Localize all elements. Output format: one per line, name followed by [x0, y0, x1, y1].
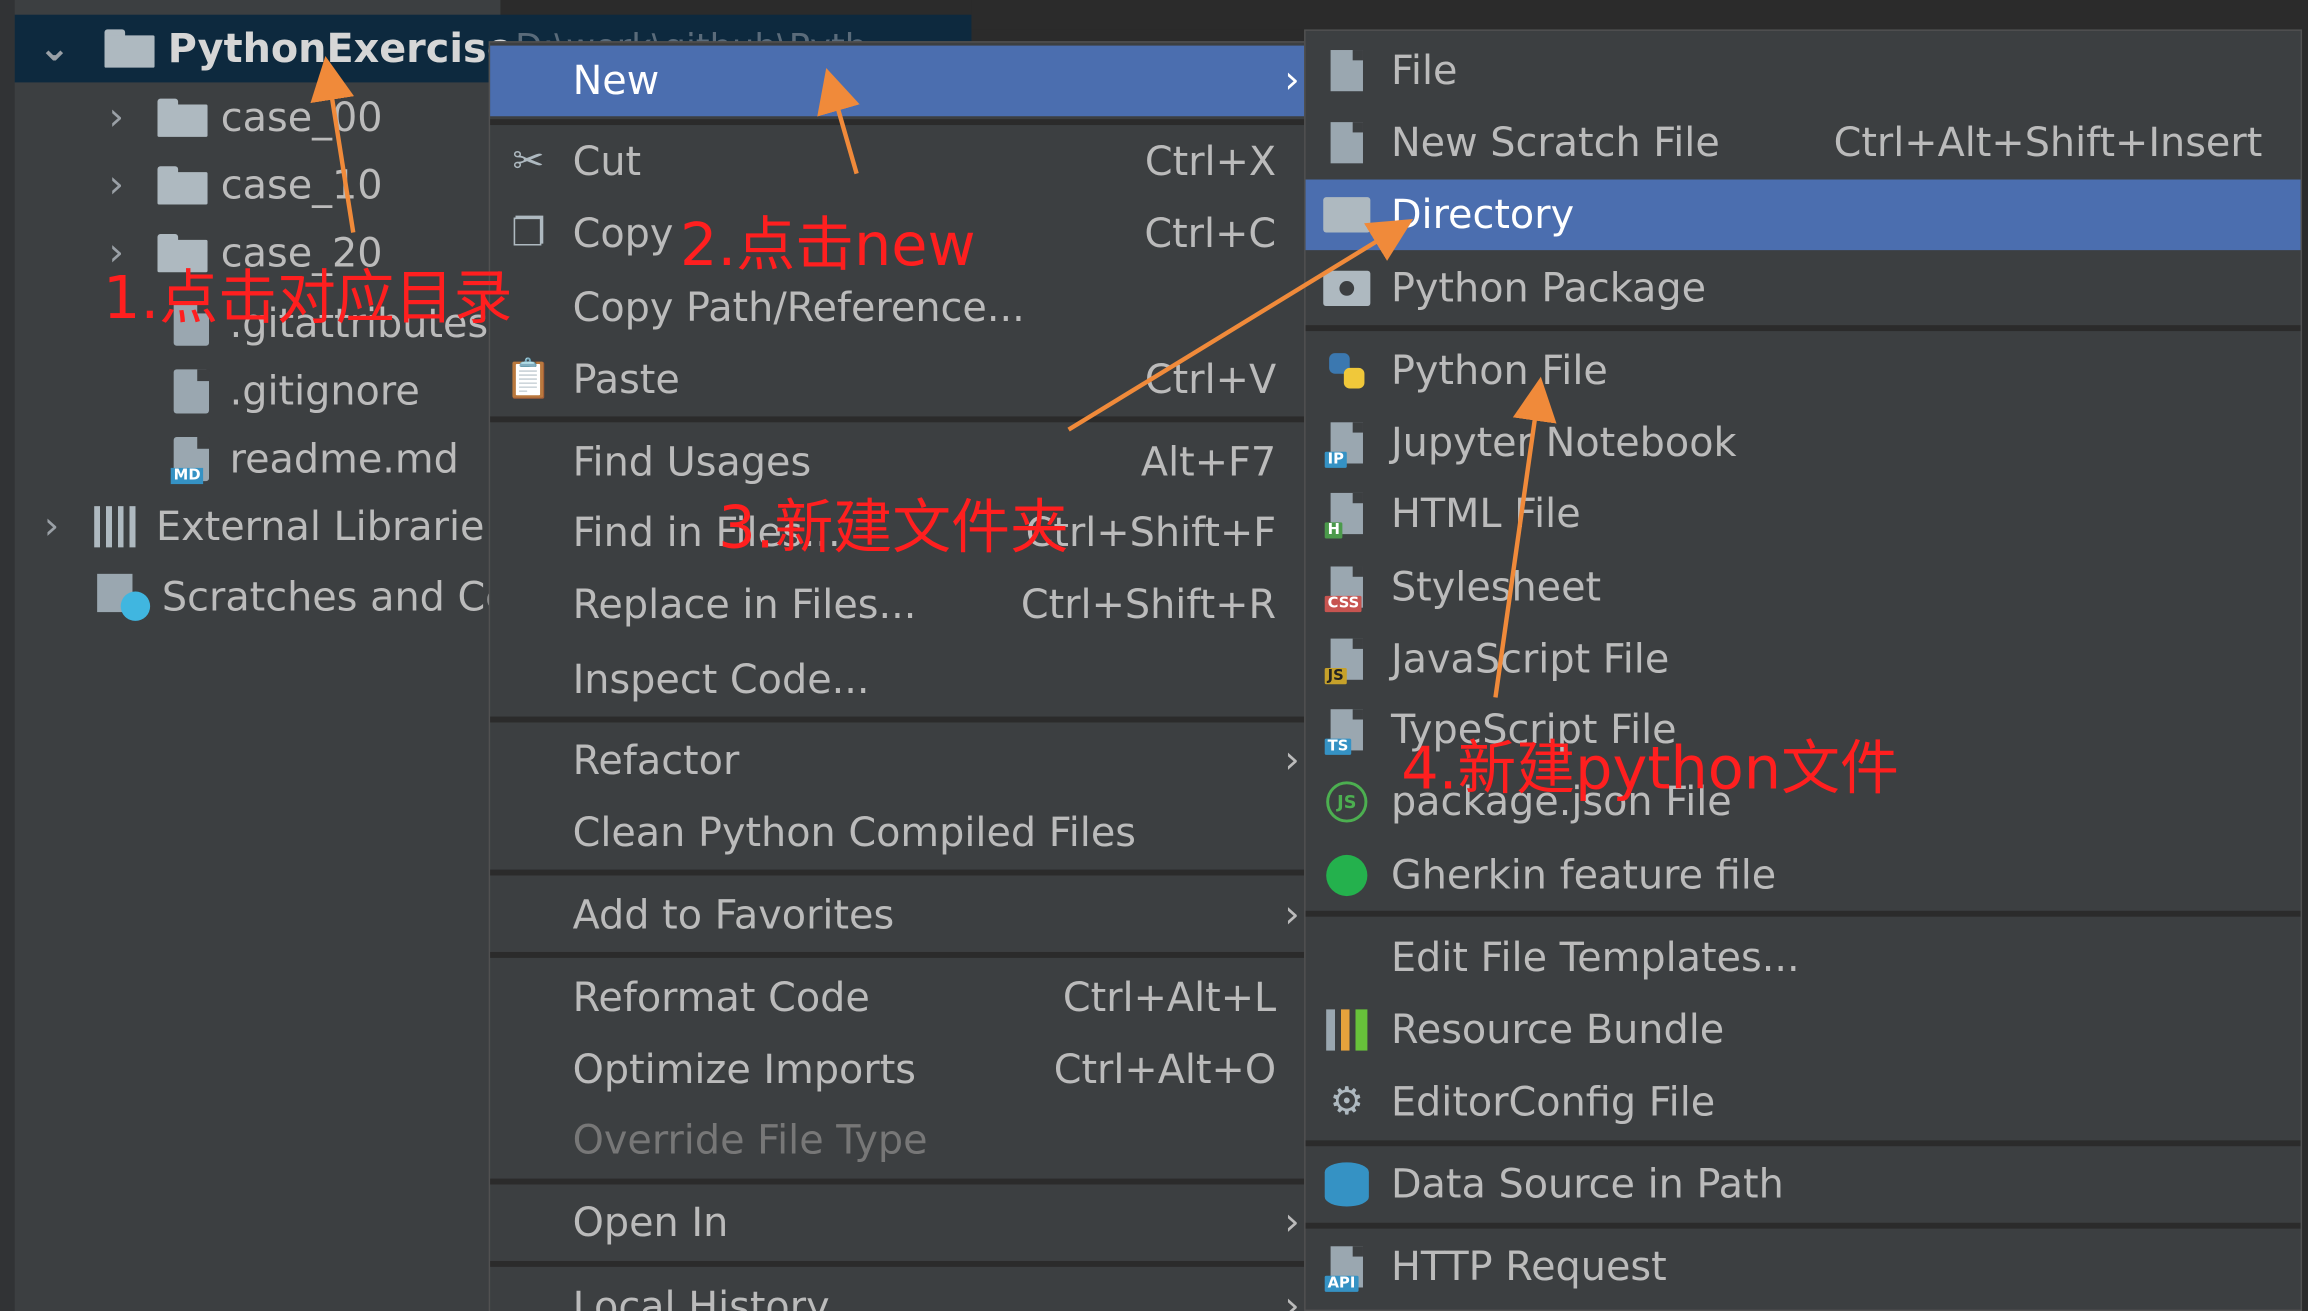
submenu-item-html-file[interactable]: H HTML File [1306, 480, 2301, 548]
menu-separator [490, 716, 1306, 723]
tree-root-label: PythonExercise [167, 25, 514, 72]
folder-icon [1323, 191, 1371, 238]
tree-item-case-10[interactable]: › case_10 [97, 153, 383, 218]
menu-separator [490, 951, 1306, 958]
submenu-item-edit-templates[interactable]: Edit File Templates... [1306, 924, 2301, 992]
python-package-icon [1323, 265, 1371, 312]
project-tree: ⌄ PythonExercise D:\work\github\Pyth... … [0, 0, 972, 1311]
tree-item-scratches[interactable]: Scratches and Co [97, 565, 510, 630]
javascript-file-icon: JS [1323, 636, 1370, 685]
markdown-file-icon: MD [165, 436, 218, 485]
menu-item-local-history[interactable]: Local History › [490, 1273, 1305, 1311]
resource-bundle-icon [1323, 1006, 1370, 1053]
submenu-item-scratch-file[interactable]: New Scratch File Ctrl+Alt+Shift+Insert [1306, 109, 2301, 177]
menu-item-copy-path[interactable]: Copy Path/Reference... [490, 274, 1305, 342]
jupyter-notebook-icon: IP [1323, 419, 1370, 468]
submenu-item-directory[interactable]: Directory [1305, 179, 2301, 251]
typescript-file-icon: TS [1323, 706, 1370, 755]
chevron-right-icon[interactable]: › [97, 96, 135, 140]
file-icon [1323, 47, 1370, 94]
python-icon [1323, 347, 1370, 394]
database-icon [1323, 1161, 1370, 1208]
chevron-right-icon: › [1284, 738, 1300, 783]
menu-item-reformat-code[interactable]: Reformat Code Ctrl+Alt+L [490, 964, 1305, 1032]
html-file-icon: H [1323, 490, 1370, 539]
tree-item-label: Scratches and Co [161, 574, 510, 621]
submenu-item-javascript[interactable]: JS JavaScript File [1306, 625, 2301, 693]
annotation-step4: 4.新建python文件 [1401, 735, 1899, 804]
menu-item-new[interactable]: New › [490, 45, 1306, 117]
chevron-right-icon: › [1284, 58, 1300, 103]
menu-item-clean-python[interactable]: Clean Python Compiled Files [490, 799, 1305, 867]
chevron-right-icon: › [1284, 893, 1300, 938]
menu-item-override-file-type: Override File Type [572, 1117, 928, 1164]
tree-item-label: case_00 [220, 94, 383, 141]
scratch-file-icon [1323, 119, 1370, 166]
submenu-item-stylesheet[interactable]: CSS Stylesheet [1306, 553, 2301, 621]
menu-separator [1305, 1140, 2301, 1147]
menu-item-inspect-code[interactable]: Inspect Code... [490, 646, 1305, 714]
ignore-file-icon [165, 368, 218, 415]
submenu-item-jupyter[interactable]: IP Jupyter Notebook [1306, 409, 2301, 477]
editor-top-strip [971, 0, 2308, 30]
cucumber-icon [1323, 852, 1370, 899]
annotation-step2: 2.点击new [680, 211, 976, 280]
api-file-icon: API [1323, 1243, 1370, 1292]
tree-item-label: case_10 [220, 162, 383, 209]
tree-item-label: .gitignore [229, 368, 420, 415]
tree-item-readme[interactable]: MD readme.md [165, 427, 459, 492]
gear-icon: ⚙ [1329, 1080, 1364, 1125]
menu-item-cut[interactable]: ✂ Cut Ctrl+X [490, 128, 1305, 196]
annotation-step1: 1.点击对应目录 [103, 264, 513, 333]
tree-item-gitignore[interactable]: .gitignore [165, 359, 420, 424]
submenu-item-gherkin[interactable]: Gherkin feature file [1306, 842, 2301, 910]
menu-item-optimize-imports[interactable]: Optimize Imports Ctrl+Alt+O [490, 1036, 1305, 1104]
menu-separator [490, 119, 1306, 126]
tree-item-label: External Librarie [156, 503, 485, 550]
menu-item-open-in[interactable]: Open In › [490, 1189, 1305, 1257]
menu-separator [490, 1260, 1306, 1267]
chevron-down-icon[interactable]: ⌄ [35, 26, 73, 70]
tree-item-external-libraries[interactable]: › External Librarie [32, 494, 485, 559]
menu-separator [1305, 910, 2301, 917]
submenu-item-python-package[interactable]: Python Package [1306, 255, 2301, 323]
menu-item-paste[interactable]: 📋 Paste Ctrl+V [490, 346, 1305, 414]
submenu-item-file[interactable]: File [1306, 37, 2301, 105]
scissors-icon: ✂ [512, 139, 545, 184]
annotation-step3: 3.新建文件夹 [718, 494, 1069, 563]
submenu-item-http-request[interactable]: API HTTP Request [1306, 1233, 2301, 1301]
new-submenu: File New Scratch File Ctrl+Alt+Shift+Ins… [1304, 29, 2303, 1311]
nodejs-icon: JS [1323, 778, 1370, 825]
submenu-item-python-file[interactable]: Python File [1306, 337, 2301, 405]
submenu-item-editorconfig[interactable]: ⚙ EditorConfig File [1306, 1068, 2301, 1136]
chevron-right-icon[interactable]: › [97, 163, 135, 207]
menu-separator [490, 1178, 1306, 1185]
tree-item-case-00[interactable]: › case_00 [97, 85, 383, 150]
menu-separator [490, 869, 1306, 876]
submenu-item-data-source[interactable]: Data Source in Path [1306, 1151, 2301, 1219]
menu-item-add-favorites[interactable]: Add to Favorites › [490, 881, 1305, 949]
tree-gutter [0, 0, 15, 1311]
chevron-right-icon[interactable]: › [32, 505, 70, 549]
tree-item-label: readme.md [229, 436, 459, 482]
folder-icon [103, 25, 156, 72]
menu-separator [1305, 1222, 2301, 1229]
scratches-icon [97, 573, 151, 621]
submenu-item-resource-bundle[interactable]: Resource Bundle [1306, 996, 2301, 1064]
menu-item-refactor[interactable]: Refactor › [490, 727, 1305, 795]
menu-separator [1305, 325, 2301, 332]
menu-item-replace-in-files[interactable]: Replace in Files... Ctrl+Shift+R [490, 571, 1305, 639]
menu-separator [490, 416, 1306, 423]
folder-icon [156, 94, 209, 141]
chevron-right-icon: › [1284, 1284, 1300, 1311]
libraries-icon [91, 503, 144, 550]
clipboard-icon: 📋 [504, 357, 553, 402]
chevron-right-icon: › [1284, 1200, 1300, 1245]
css-file-icon: CSS [1323, 564, 1370, 613]
folder-icon [156, 162, 209, 209]
